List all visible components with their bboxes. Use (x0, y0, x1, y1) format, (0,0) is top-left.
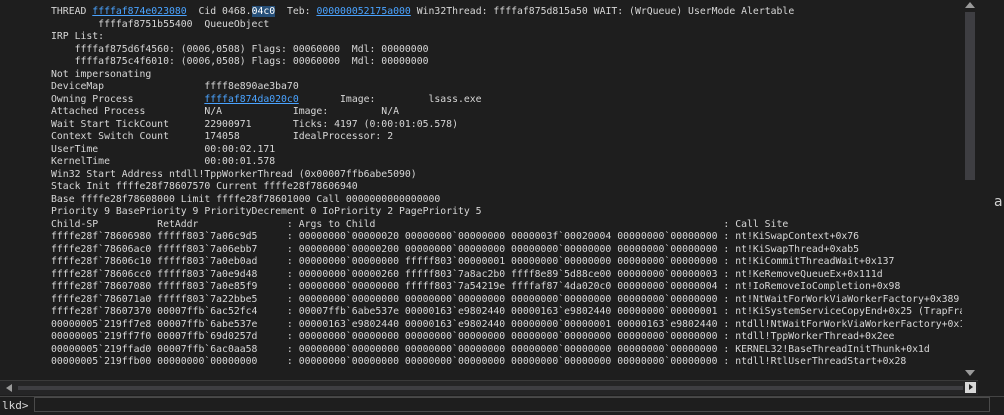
scroll-left-icon[interactable] (6, 384, 12, 392)
stack-frame: ffffe28f`78606ac0 fffff803`7a06ebb7 : 00… (51, 243, 860, 255)
command-input[interactable] (34, 397, 990, 412)
stack-frame: 00000005`219ffb00 00000000`00000000 : 00… (51, 356, 907, 367)
debugger-output-pane[interactable]: THREAD ffffaf874e023080 Cid 0468.04c0 Te… (0, 0, 962, 380)
vertical-scrollbar[interactable] (962, 0, 978, 380)
wait-start-line: Wait Start TickCount 22900971 Ticks: 419… (51, 118, 458, 130)
scroll-down-icon[interactable] (965, 370, 975, 376)
stack-frame: ffffe28f`78607080 fffff803`7a0e85f9 : 00… (51, 281, 901, 292)
thread-address-link[interactable]: ffffaf874e023080 (92, 6, 186, 17)
start-address-line: Win32 Start Address ntdll!TppWorkerThrea… (51, 168, 417, 180)
stack-frame: ffffe28f`78606c10 fffff803`7a0eb0ad : 00… (51, 256, 895, 267)
stack-header: Child-SP RetAddr : Args to Child : Call … (51, 218, 789, 230)
command-bar: lkd> (0, 396, 1004, 415)
kernel-time-line: KernelTime 00:00:01.578 (51, 156, 276, 167)
cid-label: Cid 0468. (186, 6, 252, 17)
queue-object-line: ffffaf8751b55400 QueueObject (51, 18, 270, 30)
not-impersonating-line: Not impersonating (51, 68, 152, 80)
stack-frame: 00000005`219ff7f0 00007ffb`69d0257d : 00… (51, 331, 895, 342)
thread-rest: Win32Thread: ffffaf875d815a50 WAIT: (WrQ… (410, 6, 795, 17)
horizontal-scrollbar[interactable] (0, 380, 978, 395)
stack-frame: ffffe28f`78607370 00007ffb`6ac52fc4 : 00… (51, 306, 962, 317)
user-time-line: UserTime 00:00:02.171 (51, 143, 276, 155)
stack-frame: ffffe28f`786071a0 fffff803`7a22bbe5 : 00… (51, 293, 960, 305)
irp-list-header: IRP List: (51, 31, 105, 42)
thread-prefix: THREAD (51, 6, 93, 17)
clipped-text-char: a (994, 194, 1003, 210)
stack-frame: ffffe28f`78606980 fffff803`7a06c9d5 : 00… (51, 231, 860, 242)
teb-label: Teb: (275, 6, 317, 17)
base-limit-line: Base ffffe28f78608000 Limit ffffe28f7860… (51, 193, 441, 205)
context-switch-line: Context Switch Count 174058 IdealProcess… (51, 131, 394, 142)
device-map-line: DeviceMap ffff8e890ae3ba70 (51, 81, 299, 92)
owning-process-link[interactable]: ffffaf874da020c0 (204, 94, 298, 105)
scroll-right-icon[interactable] (965, 382, 976, 393)
priority-line: Priority 9 BasePriority 9 PriorityDecrem… (51, 206, 482, 217)
vertical-scroll-thumb[interactable] (965, 12, 975, 180)
irp-line: ffffaf875c4f6010: (0006,0508) Flags: 000… (51, 56, 429, 67)
thread-line: THREAD ffffaf874e023080 Cid 0468.04c0 Te… (51, 6, 794, 18)
cid-selected-text[interactable]: 04c0 (251, 6, 276, 17)
horizontal-scroll-thumb[interactable] (18, 386, 963, 390)
stack-frame: 00000005`219ff7e8 00007ffb`6abe537e : 00… (51, 318, 962, 330)
teb-address-link[interactable]: 000000052175a000 (316, 6, 410, 17)
irp-line: ffffaf875d6f4560: (0006,0508) Flags: 000… (51, 43, 429, 55)
attached-process-line: Attached Process N/A Image: N/A (51, 106, 399, 117)
stack-init-line: Stack Init ffffe28f78607570 Current ffff… (51, 181, 358, 192)
scroll-up-icon[interactable] (965, 2, 975, 8)
owning-process-line: Owning Process ffffaf874da020c0 Image: l… (51, 94, 482, 106)
owning-process-rest: Image: lsass.exe (298, 93, 482, 105)
stack-frame: ffffe28f`78606cc0 fffff803`7a0e9d48 : 00… (51, 268, 883, 280)
command-prompt: lkd> (2, 399, 29, 412)
owning-process-label: Owning Process (51, 93, 205, 105)
stack-frame: 00000005`219ffad0 00007ffb`6ac0aa58 : 00… (51, 343, 930, 355)
